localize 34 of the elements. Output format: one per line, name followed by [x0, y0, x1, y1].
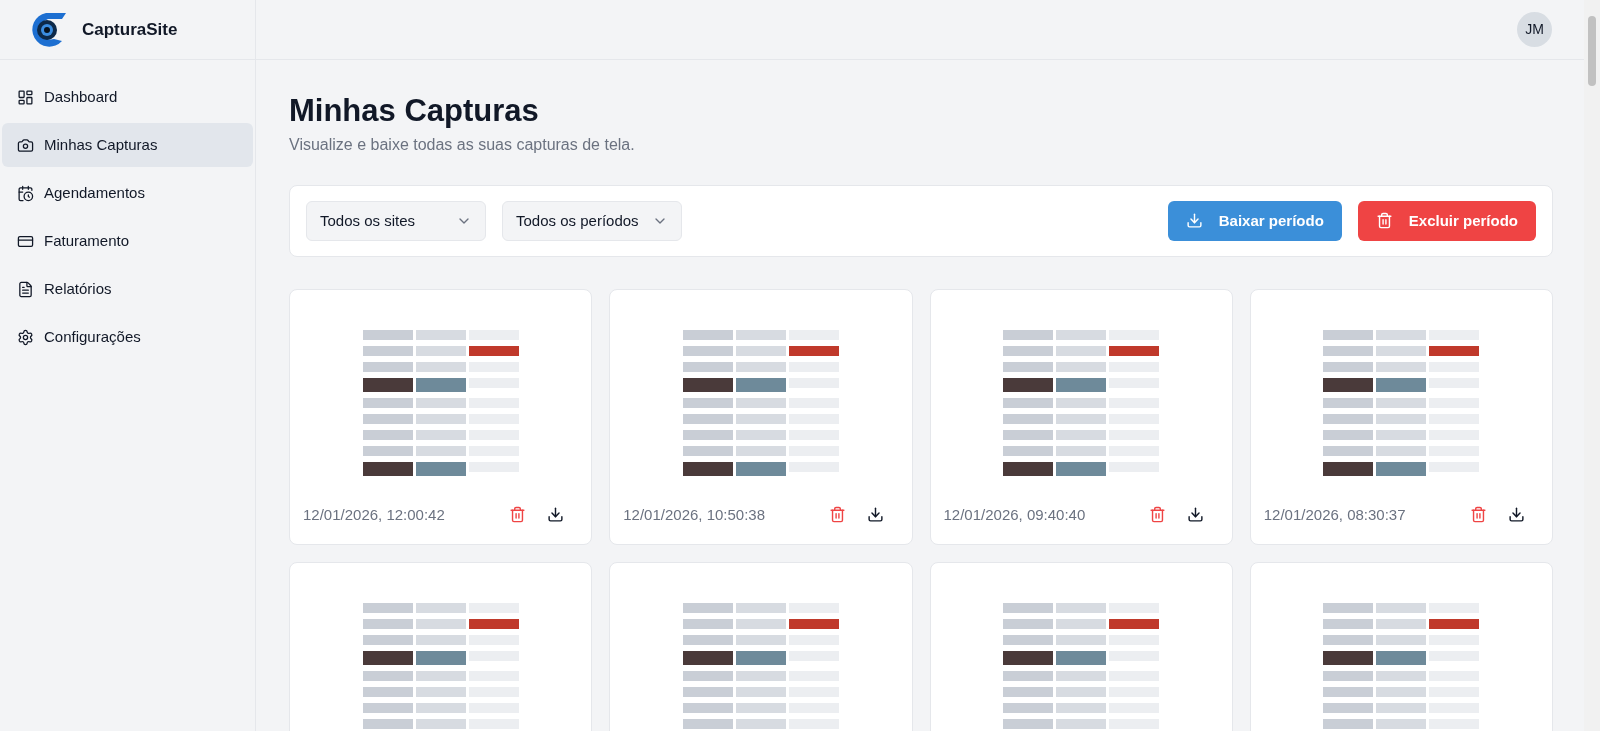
- trash-icon: [1375, 212, 1393, 230]
- sidebar-item[interactable]: Configurações: [2, 315, 253, 359]
- sidebar-item[interactable]: Relatórios: [2, 267, 253, 311]
- delete-period-button[interactable]: Excluir período: [1357, 200, 1536, 241]
- sidebar-item[interactable]: Minhas Capturas: [2, 123, 253, 167]
- capture-timestamp: 12/01/2026, 09:40:40: [943, 504, 1087, 525]
- download-icon: [1187, 506, 1205, 524]
- site-dropdown[interactable]: Todos os sites: [306, 200, 486, 241]
- settings-icon: [17, 328, 34, 346]
- scrollbar[interactable]: [1584, 0, 1600, 731]
- page-title: Minhas Capturas: [289, 92, 540, 130]
- capture-timestamp: 12/01/2026, 08:30:37: [1263, 504, 1407, 525]
- camera-icon: [17, 136, 34, 154]
- document-icon: [17, 280, 34, 298]
- period-dropdown[interactable]: Todos os períodos: [502, 200, 682, 241]
- trash-icon: [508, 506, 526, 524]
- download-icon: [1507, 506, 1525, 524]
- calendar-clock-icon: [17, 184, 34, 202]
- sidebar-item[interactable]: Dashboard: [2, 75, 253, 119]
- download-icon: [867, 506, 884, 524]
- trash-icon: [829, 506, 846, 524]
- download-icon: [1185, 212, 1203, 230]
- user-avatar[interactable]: JM: [1517, 12, 1552, 47]
- sidebar-item[interactable]: Agendamentos: [2, 171, 253, 215]
- capture-timestamp: 12/01/2026, 10:50:38: [623, 504, 767, 525]
- trash-icon: [1149, 506, 1167, 524]
- brand-name: CapturaSite: [82, 18, 178, 41]
- scrollbar-thumb[interactable]: [1588, 16, 1596, 86]
- capture-timestamp: 12/01/2026, 12:00:42: [303, 504, 446, 525]
- download-icon: [546, 506, 564, 524]
- trash-icon: [1469, 506, 1487, 524]
- sidebar-item[interactable]: Faturamento: [2, 219, 253, 263]
- page-subtitle: Visualize e baixe todas as suas capturas de tela.: [289, 134, 636, 155]
- dashboard-icon: [17, 88, 34, 106]
